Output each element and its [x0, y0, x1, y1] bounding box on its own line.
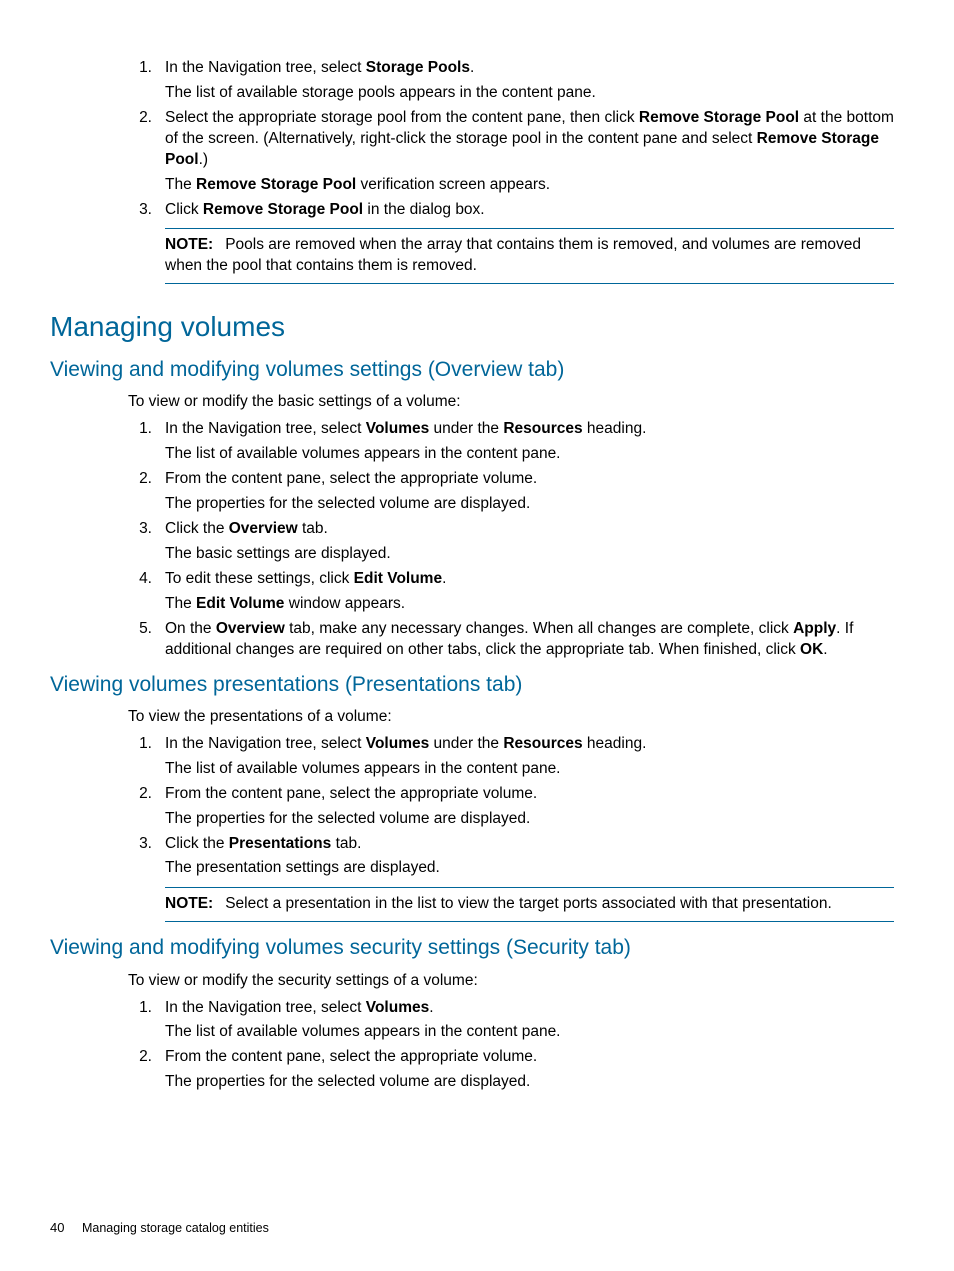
step: 3. Click Remove Storage Pool in the dial…	[50, 200, 894, 221]
step-text: In the Navigation tree, select Volumes.	[165, 999, 434, 1016]
note-text: Pools are removed when the array that co…	[165, 236, 861, 274]
subsection-heading: Viewing volumes presentations (Presentat…	[50, 671, 894, 699]
step-number: 3.	[128, 200, 152, 221]
step-result: The basic settings are displayed.	[165, 544, 894, 565]
step-number: 1.	[128, 734, 152, 755]
step: 1. In the Navigation tree, select Volume…	[50, 419, 894, 465]
page-number: 40	[50, 1220, 64, 1235]
step-text: In the Navigation tree, select Volumes u…	[165, 735, 646, 752]
step: 1. In the Navigation tree, select Volume…	[50, 734, 894, 780]
step-result: The properties for the selected volume a…	[165, 494, 894, 515]
step-number: 2.	[128, 469, 152, 490]
subsection-heading: Viewing and modifying volumes settings (…	[50, 356, 894, 384]
step-result: The properties for the selected volume a…	[165, 1072, 894, 1093]
step-number: 3.	[128, 519, 152, 540]
step-text: From the content pane, select the approp…	[165, 1048, 537, 1065]
note-box: NOTE: Select a presentation in the list t…	[165, 887, 894, 922]
step-text: From the content pane, select the approp…	[165, 470, 537, 487]
step-result: The Edit Volume window appears.	[165, 594, 894, 615]
security-steps: 1. In the Navigation tree, select Volume…	[50, 998, 894, 1094]
page-footer: 40 Managing storage catalog entities	[50, 1219, 269, 1237]
footer-title: Managing storage catalog entities	[82, 1221, 269, 1235]
step: 3. Click the Presentations tab. The pres…	[50, 834, 894, 880]
step-result: The list of available volumes appears in…	[165, 444, 894, 465]
step-number: 5.	[128, 619, 152, 640]
subsection-heading: Viewing and modifying volumes security s…	[50, 934, 894, 962]
step-result: The list of available volumes appears in…	[165, 759, 894, 780]
step-number: 3.	[128, 834, 152, 855]
step-text: Click the Overview tab.	[165, 520, 328, 537]
note-label: NOTE:	[165, 895, 213, 912]
intro-text: To view the presentations of a volume:	[128, 707, 894, 728]
intro-text: To view or modify the security settings …	[128, 971, 894, 992]
step: 2. From the content pane, select the app…	[50, 1047, 894, 1093]
step-result: The list of available volumes appears in…	[165, 1022, 894, 1043]
step-text: From the content pane, select the approp…	[165, 785, 537, 802]
step: 2. Select the appropriate storage pool f…	[50, 108, 894, 196]
step: 1. In the Navigation tree, select Storag…	[50, 58, 894, 104]
note-box: NOTE:Pools are removed when the array th…	[165, 228, 894, 284]
step-text: To edit these settings, click Edit Volum…	[165, 570, 446, 587]
step-text: In the Navigation tree, select Volumes u…	[165, 420, 646, 437]
remove-storage-pool-steps: 1. In the Navigation tree, select Storag…	[50, 58, 894, 220]
step-number: 4.	[128, 569, 152, 590]
step-text: Click the Presentations tab.	[165, 835, 361, 852]
step-result: The properties for the selected volume a…	[165, 809, 894, 830]
step: 3. Click the Overview tab. The basic set…	[50, 519, 894, 565]
step-number: 2.	[128, 784, 152, 805]
note-text: Select a presentation in the list to vie…	[225, 895, 832, 912]
step-number: 1.	[128, 998, 152, 1019]
step: 2. From the content pane, select the app…	[50, 469, 894, 515]
overview-steps: 1. In the Navigation tree, select Volume…	[50, 419, 894, 660]
step-number: 2.	[128, 1047, 152, 1068]
step-text: In the Navigation tree, select Storage P…	[165, 59, 474, 76]
step-number: 1.	[128, 58, 152, 79]
step-number: 2.	[128, 108, 152, 129]
step-text: Select the appropriate storage pool from…	[165, 109, 894, 168]
step: 5. On the Overview tab, make any necessa…	[50, 619, 894, 661]
step-number: 1.	[128, 419, 152, 440]
step: 4. To edit these settings, click Edit Vo…	[50, 569, 894, 615]
step-result: The Remove Storage Pool verification scr…	[165, 175, 894, 196]
step-text: On the Overview tab, make any necessary …	[165, 620, 853, 658]
intro-text: To view or modify the basic settings of …	[128, 392, 894, 413]
section-heading-managing-volumes: Managing volumes	[50, 308, 894, 346]
note-label: NOTE:	[165, 236, 213, 253]
step: 1. In the Navigation tree, select Volume…	[50, 998, 894, 1044]
step-text: Click Remove Storage Pool in the dialog …	[165, 201, 485, 218]
step: 2. From the content pane, select the app…	[50, 784, 894, 830]
step-result: The presentation settings are displayed.	[165, 858, 894, 879]
step-result: The list of available storage pools appe…	[165, 83, 894, 104]
presentations-steps: 1. In the Navigation tree, select Volume…	[50, 734, 894, 880]
